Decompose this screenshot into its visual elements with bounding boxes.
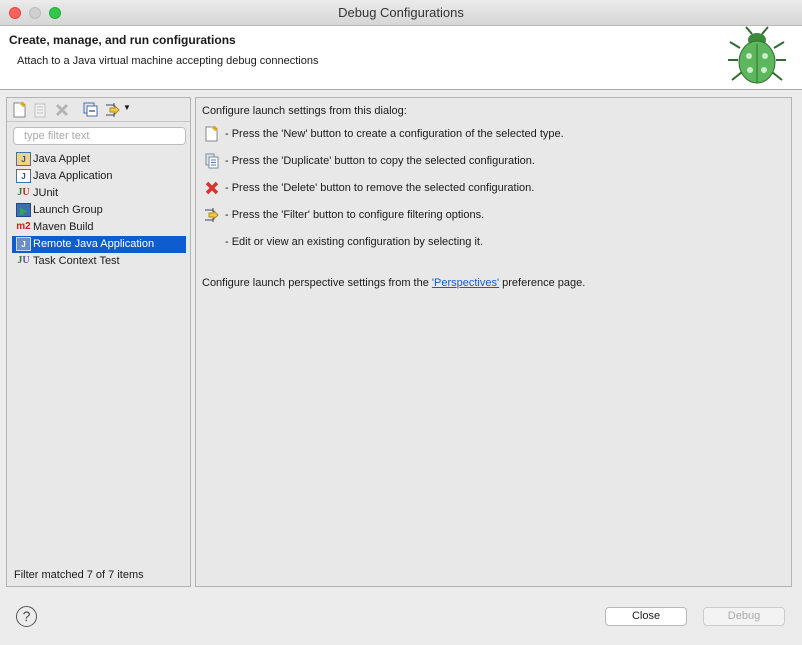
filter-dropdown-chevron-icon[interactable]: ▼ bbox=[123, 103, 131, 112]
window-title: Debug Configurations bbox=[338, 5, 464, 20]
tree-item-junit[interactable]: JU JUnit bbox=[12, 185, 186, 202]
instruction-new: - Press the 'New' button to create a con… bbox=[225, 128, 564, 140]
java-application-icon: J bbox=[16, 169, 31, 183]
maven-icon: m2 bbox=[16, 221, 31, 232]
tree-item-label: Java Applet bbox=[33, 153, 90, 165]
java-applet-icon: J bbox=[16, 152, 31, 166]
tree-item-label: Task Context Test bbox=[33, 255, 120, 267]
filter-icon[interactable] bbox=[105, 102, 121, 118]
perspectives-line: Configure launch perspective settings fr… bbox=[202, 277, 585, 289]
dialog-header: Create, manage, and run configurations A… bbox=[0, 26, 802, 90]
junit-icon: JU bbox=[17, 187, 30, 198]
perspectives-prefix: Configure launch perspective settings fr… bbox=[202, 277, 432, 289]
duplicate-icon bbox=[205, 153, 219, 169]
new-configuration-icon[interactable] bbox=[12, 102, 28, 118]
perspectives-suffix: preference page. bbox=[499, 277, 586, 289]
instruction-edit: - Edit or view an existing configuration… bbox=[225, 236, 484, 248]
instruction-duplicate: - Press the 'Duplicate' button to copy t… bbox=[225, 155, 535, 167]
tree-item-maven-build[interactable]: m2 Maven Build bbox=[12, 219, 186, 236]
title-bar: Debug Configurations bbox=[0, 0, 802, 26]
close-window-button[interactable] bbox=[9, 7, 21, 19]
duplicate-icon[interactable] bbox=[32, 102, 48, 118]
tree-item-label: Maven Build bbox=[33, 221, 94, 233]
tree-item-java-applet[interactable]: J Java Applet bbox=[12, 151, 186, 168]
remote-java-icon: J bbox=[16, 237, 31, 251]
tree-item-label: JUnit bbox=[33, 187, 59, 199]
configuration-tree: J Java Applet J Java Application JU JUnit ▶… bbox=[12, 151, 186, 270]
configuration-type-panel: ▼ type filter text J Java Applet J Java Ap… bbox=[6, 97, 191, 587]
delete-icon bbox=[205, 181, 219, 195]
task-context-icon: JU bbox=[17, 255, 30, 266]
tree-item-label: Launch Group bbox=[33, 204, 103, 216]
help-button[interactable]: ? bbox=[16, 606, 37, 627]
perspectives-link[interactable]: 'Perspectives' bbox=[432, 277, 499, 289]
tree-item-java-application[interactable]: J Java Application bbox=[12, 168, 186, 185]
tree-item-label: Remote Java Application bbox=[33, 238, 155, 250]
left-toolbar: ▼ bbox=[7, 98, 190, 122]
tree-item-remote-java-application[interactable]: J Remote Java Application bbox=[12, 236, 186, 253]
tree-item-label: Java Application bbox=[33, 170, 113, 182]
new-configuration-icon bbox=[205, 126, 218, 142]
tree-item-launch-group[interactable]: ▶ Launch Group bbox=[12, 202, 186, 219]
launch-group-icon: ▶ bbox=[16, 203, 31, 217]
debug-bug-icon bbox=[728, 26, 786, 84]
debug-button[interactable]: Debug bbox=[703, 607, 785, 626]
close-button[interactable]: Close bbox=[605, 607, 687, 626]
instructions-panel: Configure launch settings from this dial… bbox=[195, 97, 792, 587]
instruction-delete: - Press the 'Delete' button to remove th… bbox=[225, 182, 535, 194]
zoom-window-button[interactable] bbox=[49, 7, 61, 19]
filter-status: Filter matched 7 of 7 items bbox=[14, 569, 144, 581]
filter-icon bbox=[205, 208, 219, 222]
instruction-filter: - Press the 'Filter' button to configure… bbox=[225, 209, 485, 221]
minimize-window-button[interactable] bbox=[29, 7, 41, 19]
tree-item-task-context-test[interactable]: JU Task Context Test bbox=[12, 253, 186, 270]
filter-input[interactable]: type filter text bbox=[13, 127, 186, 145]
header-title: Create, manage, and run configurations bbox=[9, 33, 236, 47]
collapse-all-icon[interactable] bbox=[83, 102, 99, 118]
header-subtitle: Attach to a Java virtual machine accepti… bbox=[17, 55, 319, 67]
instructions-intro: Configure launch settings from this dial… bbox=[202, 105, 407, 117]
delete-icon[interactable] bbox=[54, 102, 70, 118]
